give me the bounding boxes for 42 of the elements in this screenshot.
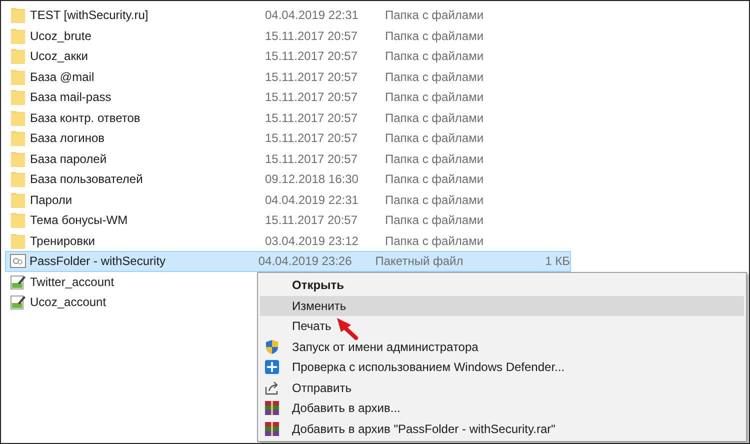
file-name: Пароли	[30, 192, 74, 207]
file-type: Папка с файлами	[385, 131, 485, 146]
file-name: PassFolder - withSecurity	[29, 254, 167, 268]
file-date: 04.04.2019 22:31	[265, 8, 360, 22]
file-name: База mail-pass	[30, 90, 112, 104]
file-type: Папка с файлами	[385, 70, 485, 84]
file-type: Папка с файлами	[385, 234, 485, 248]
file-date: 04.04.2019 23:26	[258, 254, 353, 268]
file-type: Папка с файлами	[385, 152, 485, 166]
file-name: База пользователей	[30, 172, 144, 186]
file-name: Тема бонусы-WM	[30, 213, 129, 228]
file-date: 15.11.2017 20:57	[265, 131, 359, 146]
file-date: 15.11.2017 20:57	[265, 70, 359, 84]
file-name: База логинов	[30, 131, 106, 146]
file-date: 15.11.2017 20:57	[265, 213, 359, 228]
file-name: База контр. ответов	[30, 110, 142, 125]
file-type: Папка с файлами	[385, 8, 485, 22]
file-date: 15.11.2017 20:57	[265, 28, 359, 43]
file-date: 15.11.2017 20:57	[265, 152, 359, 166]
file-name: Ucoz_brute	[30, 28, 92, 43]
file-date: 04.04.2019 22:31	[265, 192, 360, 207]
file-name: База паролей	[30, 152, 108, 166]
file-date: 15.11.2017 20:57	[265, 110, 359, 125]
file-type: Папка с файлами	[385, 49, 485, 64]
file-date: 15.11.2017 20:57	[265, 49, 359, 64]
file-name: Тренировки	[30, 234, 96, 248]
file-date: 03.04.2019 23:12	[265, 234, 360, 248]
file-type: Папка с файлами	[385, 172, 485, 186]
file-type: Папка с файлами	[385, 110, 485, 125]
file-name: TEST [withSecurity.ru]	[30, 8, 150, 22]
file-name: База @mail	[30, 70, 96, 84]
file-date: 15.11.2017 20:57	[265, 90, 359, 104]
file-type: Папка с файлами	[385, 213, 485, 228]
file-type: Папка с файлами	[385, 90, 485, 104]
file-type: Папка с файлами	[385, 192, 485, 207]
file-name: Ucoz_account	[30, 295, 108, 310]
file-name: Twitter_account	[30, 274, 116, 289]
file-name: Ucoz_акки	[30, 49, 89, 64]
file-date: 09.12.2018 16:30	[265, 172, 360, 186]
file-type: Папка с файлами	[385, 28, 485, 43]
file-size: 1 КБ	[544, 254, 570, 268]
file-type: Пакетный файл	[375, 254, 464, 268]
